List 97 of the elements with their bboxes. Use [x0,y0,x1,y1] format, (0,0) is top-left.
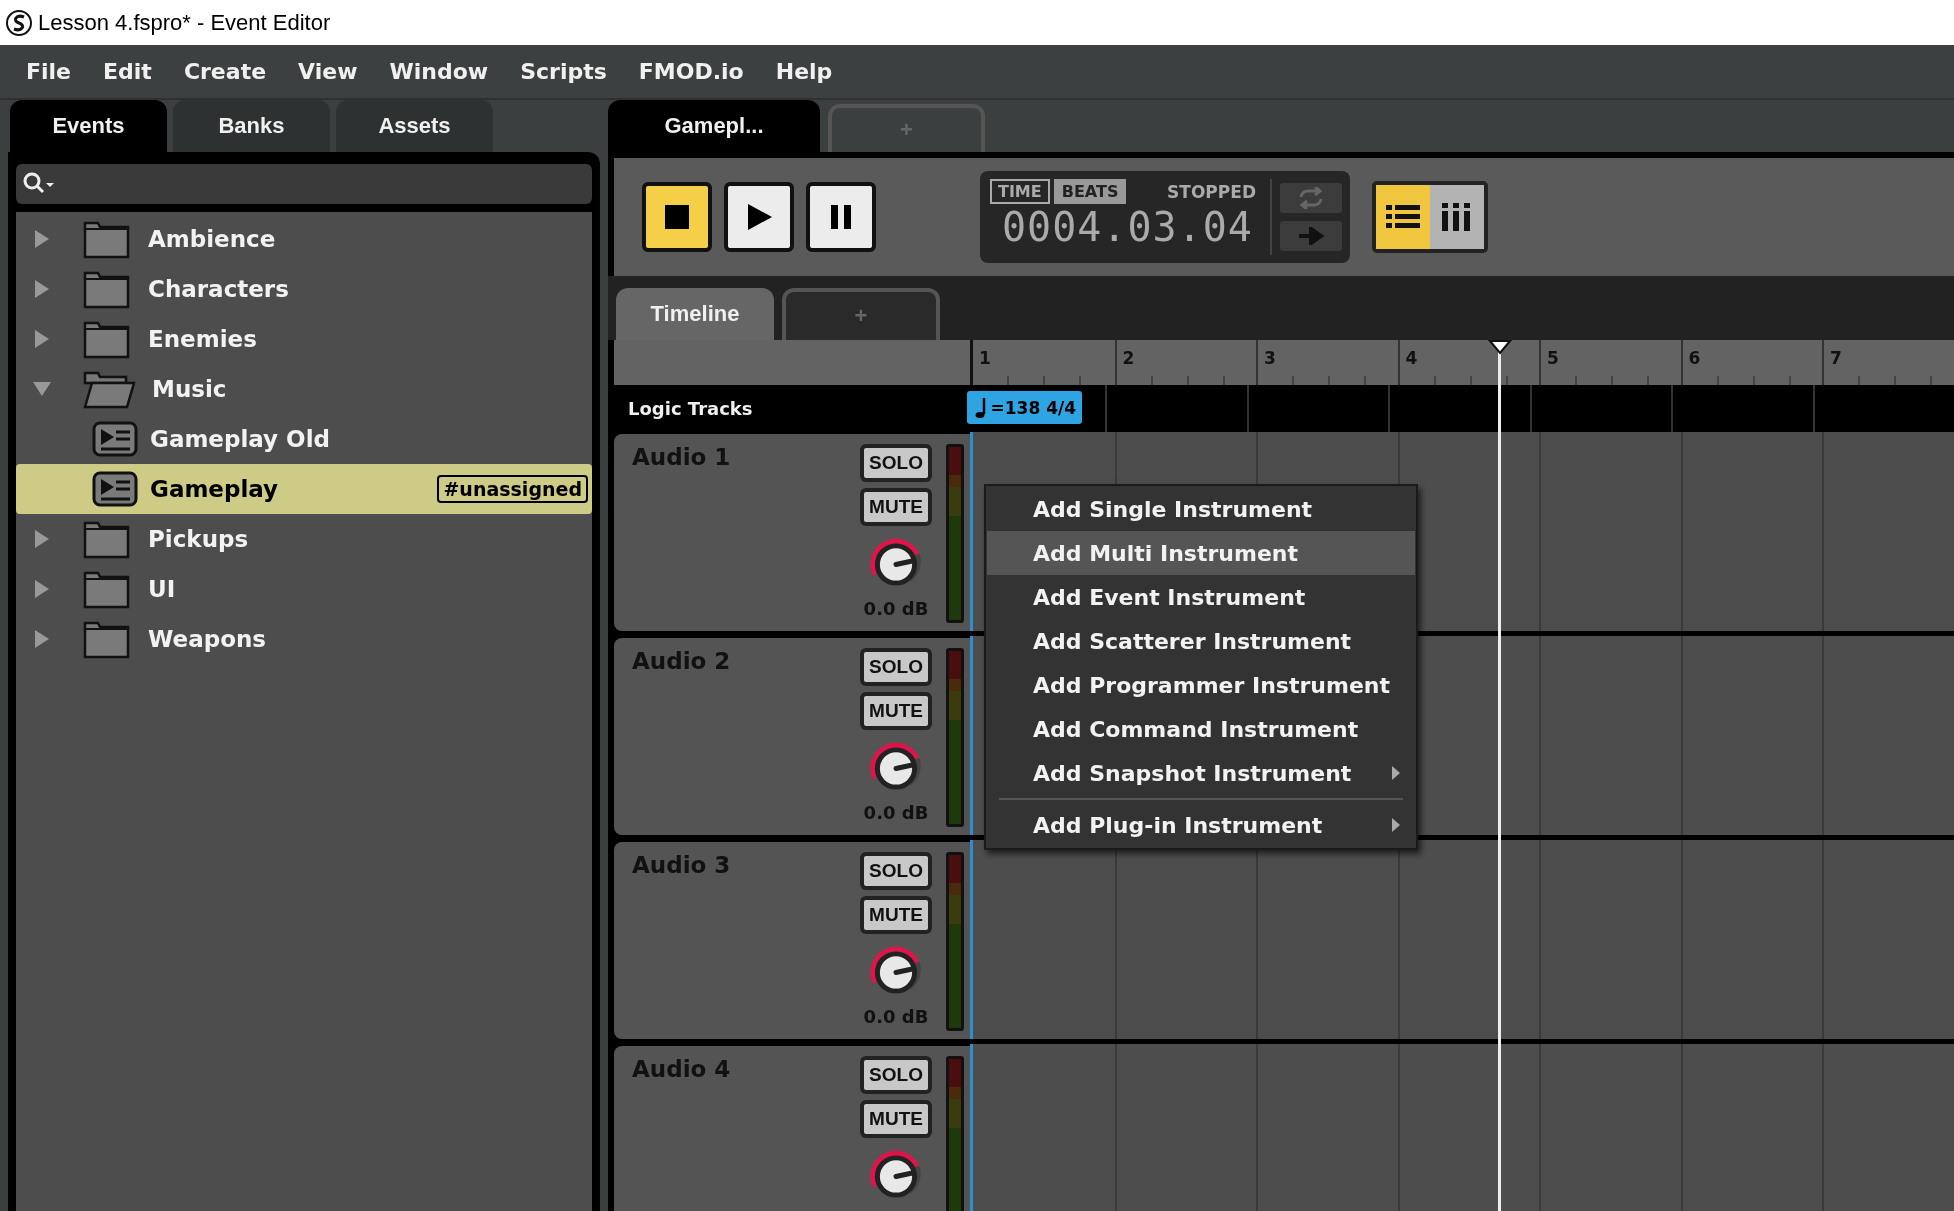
tree-item[interactable]: Ambience [16,214,592,264]
tree-item[interactable]: Enemies [16,314,592,364]
time-mode-toggle[interactable]: TIME [990,179,1050,204]
menu-option[interactable]: Add Programmer Instrument [987,663,1415,707]
browser-tab[interactable]: Banks [173,100,330,152]
expand-arrow-icon[interactable] [33,529,51,549]
event-icon [92,471,138,507]
expand-arrow-icon[interactable] [33,579,51,599]
playback-state: STOPPED [1167,181,1256,202]
expand-arrow-icon[interactable] [33,229,51,249]
mute-button[interactable]: MUTE [860,896,932,934]
folder-icon [82,219,132,259]
track-name: Audio 2 [632,648,732,676]
view-toggle-button[interactable] [1376,185,1430,249]
menu-option[interactable]: Add Event Instrument [987,575,1415,619]
tree-item-label: Enemies [148,326,258,352]
solo-button[interactable]: SOLO [860,648,932,686]
tree-item-label: UI [148,576,177,602]
expand-arrow-icon[interactable] [33,279,51,299]
menu-item[interactable]: Scripts [506,59,625,84]
stop-button[interactable] [642,182,712,252]
search-field[interactable] [16,164,592,204]
tempo-marker[interactable]: =138 4/4 [966,391,1082,424]
stop-icon [663,203,691,231]
loop-icon [1297,187,1325,209]
tree-item[interactable]: Music [16,364,592,414]
tree-item[interactable]: UI [16,564,592,614]
tree-item-label: Characters [148,276,290,302]
bar-number: 1 [979,348,991,368]
collapse-arrow-icon[interactable] [32,380,52,398]
menu-item[interactable]: View [284,59,376,84]
expand-arrow-icon[interactable] [33,329,51,349]
volume-readout: 0.0 dB [863,598,929,619]
menu-item[interactable]: Edit [89,59,170,84]
bar-number: 2 [1122,348,1135,368]
logic-tracks-label: Logic Tracks [627,397,754,421]
tree-item[interactable]: Gameplay #unassigned [16,464,592,514]
music-note-icon [974,396,987,419]
folder-icon [82,519,132,559]
solo-button[interactable]: SOLO [860,1056,932,1094]
play-icon [745,203,773,231]
mute-button[interactable]: MUTE [860,488,932,526]
folder-icon [82,269,132,309]
bar-number: 7 [1830,348,1842,368]
view-toggle-button[interactable] [1430,185,1484,249]
volume-readout: 0.0 dB [863,1006,929,1027]
app-logo-icon [6,9,32,36]
browser-tab[interactable]: Assets [336,100,493,152]
menu-option[interactable]: Add Snapshot Instrument [987,751,1415,795]
tree-item-label: Gameplay [150,476,280,502]
pause-button[interactable] [806,182,876,252]
bar-number: 6 [1688,348,1701,368]
tree-item-label: Music [152,376,228,402]
tree-item-label: Pickups [148,526,250,552]
time-position: 0004.03.04 [1001,204,1254,250]
tree-item[interactable]: Gameplay Old [16,414,592,464]
menu-item[interactable]: File [12,59,90,84]
panel-tab[interactable]: Timeline [616,288,774,340]
solo-button[interactable]: SOLO [860,852,932,890]
bar-number: 5 [1547,348,1559,368]
event-icon [92,421,138,457]
tree-item-label: Weapons [148,626,267,652]
menu-item[interactable]: Window [375,59,507,84]
browser-tab[interactable]: Events [10,100,167,152]
tree-item[interactable]: Characters [16,264,592,314]
folder-icon [82,619,132,659]
time-mode-toggle[interactable]: BEATS [1053,179,1127,204]
play-button[interactable] [724,182,794,252]
solo-button[interactable]: SOLO [860,444,932,482]
menu-item[interactable]: FMOD.io [624,59,762,84]
window-title: Lesson 4.fspro* - Event Editor [38,9,331,36]
menu-option[interactable]: Add Scatterer Instrument [987,619,1415,663]
folder-icon [82,319,132,359]
tag-label: #unassigned [437,475,588,503]
menu-option[interactable]: Add Multi Instrument [987,531,1415,575]
menu-option[interactable]: Add Single Instrument [987,487,1415,531]
expand-arrow-icon[interactable] [33,629,51,649]
tree-item-label: Ambience [148,226,277,252]
bar-number: 4 [1405,348,1418,368]
open-folder-icon [82,369,136,409]
folder-icon [82,569,132,609]
tree-item[interactable]: Pickups [16,514,592,564]
tree-item[interactable]: Weapons [16,614,592,664]
editor-tab[interactable]: Gamepl... [608,100,820,152]
mute-button[interactable]: MUTE [860,692,932,730]
track-name: Audio 1 [632,444,732,472]
track-name: Audio 4 [632,1056,732,1084]
menu-item[interactable]: Help [761,59,851,84]
tree-item-label: Gameplay Old [150,426,332,452]
bar-number: 3 [1264,348,1276,368]
right-arrow-icon [1297,227,1325,245]
volume-readout: 0.0 dB [863,802,929,823]
menu-item[interactable]: Create [169,59,285,84]
mute-button[interactable]: MUTE [860,1100,932,1138]
menu-option[interactable]: Add Plug-in Instrument [987,803,1415,847]
menu-option[interactable]: Add Command Instrument [987,707,1415,751]
track-name: Audio 3 [632,852,732,880]
